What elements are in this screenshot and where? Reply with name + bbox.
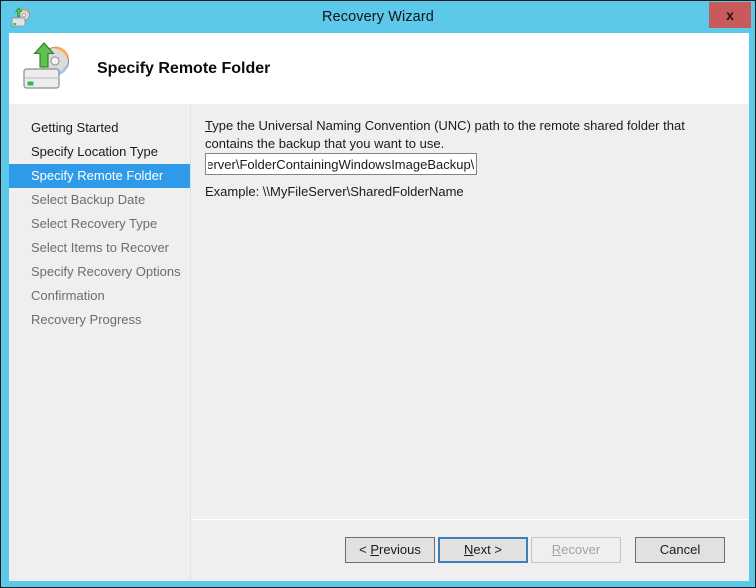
example-label: Example: \\MyFileServer\SharedFolderName: [205, 184, 464, 199]
recover-label: ecover: [561, 542, 601, 557]
sidebar-item-getting-started[interactable]: Getting Started: [9, 116, 190, 140]
step-list: Getting Started Specify Location Type Sp…: [9, 104, 190, 332]
page-title: Specify Remote Folder: [97, 60, 271, 77]
sidebar-item-specify-remote-folder[interactable]: Specify Remote Folder: [9, 164, 190, 188]
wizard-body: Getting Started Specify Location Type Sp…: [9, 104, 749, 581]
button-bar: < Previous Next > Recover Cancel: [191, 520, 749, 581]
previous-label: revious: [378, 542, 421, 557]
recovery-wizard-window: Recovery Wizard x Specify Remote Folder …: [0, 0, 756, 588]
close-icon[interactable]: x: [709, 2, 751, 28]
sidebar-item-specify-recovery-options[interactable]: Specify Recovery Options: [9, 260, 190, 284]
wizard-header: Specify Remote Folder: [9, 33, 749, 104]
instruction-label: Type the Universal Naming Convention (UN…: [205, 117, 725, 153]
sidebar-item-confirmation[interactable]: Confirmation: [9, 284, 190, 308]
sidebar-item-select-backup-date[interactable]: Select Backup Date: [9, 188, 190, 212]
title-bar: Recovery Wizard x: [1, 1, 755, 33]
sidebar-item-specify-location-type[interactable]: Specify Location Type: [9, 140, 190, 164]
previous-accesskey: P: [370, 542, 379, 557]
sidebar-item-select-recovery-type[interactable]: Select Recovery Type: [9, 212, 190, 236]
recover-accesskey: R: [551, 542, 562, 557]
unc-path-input[interactable]: [205, 153, 477, 175]
wizard-step-sidebar: Getting Started Specify Location Type Sp…: [9, 104, 191, 581]
window-title: Recovery Wizard: [322, 9, 434, 25]
recovery-drive-disc-icon: [19, 41, 77, 97]
next-label: ext >: [473, 542, 502, 557]
cancel-button[interactable]: Cancel: [635, 537, 725, 563]
sidebar-item-select-items-to-recover[interactable]: Select Items to Recover: [9, 236, 190, 260]
next-button[interactable]: Next >: [438, 537, 528, 563]
next-accesskey: N: [464, 542, 474, 557]
previous-button[interactable]: < Previous: [345, 537, 435, 563]
instruction-body: ype the Universal Naming Convention (UNC…: [205, 118, 685, 151]
previous-prefix: <: [359, 542, 371, 557]
sidebar-item-recovery-progress[interactable]: Recovery Progress: [9, 308, 190, 332]
recover-button: Recover: [531, 537, 621, 563]
content-pane: Type the Universal Naming Convention (UN…: [191, 104, 749, 581]
